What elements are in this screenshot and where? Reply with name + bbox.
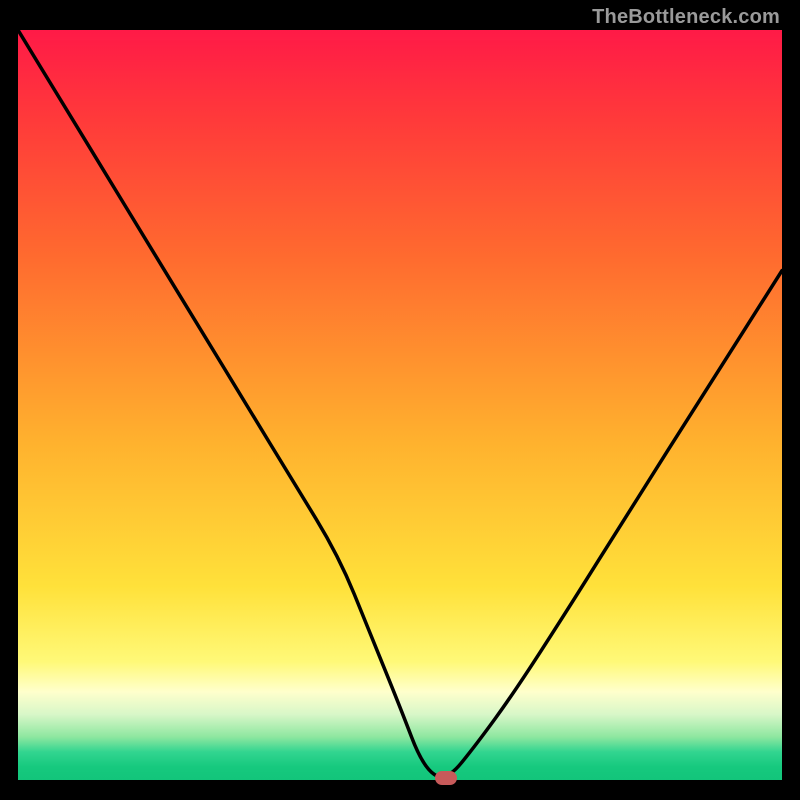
plot-area xyxy=(18,30,782,782)
chart-frame: TheBottleneck.com xyxy=(0,0,800,800)
optimal-point-marker xyxy=(435,771,457,785)
curve-path xyxy=(18,30,782,777)
bottleneck-curve xyxy=(18,30,782,782)
watermark-text: TheBottleneck.com xyxy=(592,6,780,29)
